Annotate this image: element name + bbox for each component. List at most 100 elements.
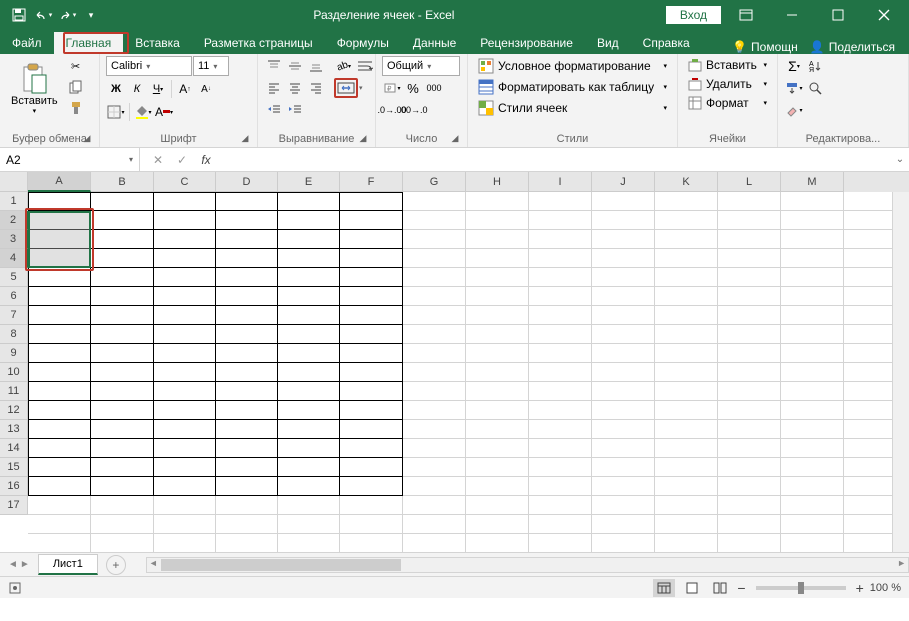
cell[interactable] (403, 515, 466, 534)
cell[interactable] (529, 401, 592, 420)
align-right-button[interactable] (306, 78, 326, 98)
cell[interactable] (91, 496, 154, 515)
font-name-combo[interactable]: Calibri▾ (106, 56, 192, 76)
cell[interactable] (718, 344, 781, 363)
cell[interactable] (781, 325, 844, 344)
align-bottom-button[interactable] (306, 56, 326, 76)
cell[interactable] (781, 401, 844, 420)
col-header-I[interactable]: I (529, 172, 592, 192)
cell[interactable] (529, 420, 592, 439)
cell[interactable] (340, 211, 403, 230)
cell[interactable] (718, 515, 781, 534)
insert-cells-button[interactable]: Вставить▾ (684, 56, 771, 74)
cell[interactable] (91, 268, 154, 287)
row-header-4[interactable]: 4 (0, 249, 28, 268)
tab-formulas[interactable]: Формулы (325, 32, 401, 54)
sort-filter-button[interactable]: AЯ (805, 56, 825, 76)
add-sheet-button[interactable]: + (106, 555, 126, 575)
cell[interactable] (655, 287, 718, 306)
cell[interactable] (154, 211, 216, 230)
cell[interactable] (216, 249, 278, 268)
cell[interactable] (91, 458, 154, 477)
percent-button[interactable]: % (403, 78, 423, 98)
cell[interactable] (529, 458, 592, 477)
cell[interactable] (28, 439, 91, 458)
cell[interactable] (340, 401, 403, 420)
grow-font-button[interactable]: A↑ (175, 79, 195, 99)
row-header-5[interactable]: 5 (0, 268, 28, 287)
cell[interactable] (718, 363, 781, 382)
cell[interactable] (91, 249, 154, 268)
comma-button[interactable]: 000 (424, 78, 444, 98)
cell[interactable] (655, 420, 718, 439)
col-header-G[interactable]: G (403, 172, 466, 192)
row-header-2[interactable]: 2 (0, 211, 28, 230)
cell[interactable] (718, 268, 781, 287)
col-header-D[interactable]: D (216, 172, 278, 192)
row-header-8[interactable]: 8 (0, 325, 28, 344)
align-middle-button[interactable] (285, 56, 305, 76)
cell[interactable] (466, 249, 529, 268)
cell[interactable] (91, 420, 154, 439)
cell[interactable] (655, 496, 718, 515)
cell[interactable] (655, 382, 718, 401)
row-header-12[interactable]: 12 (0, 401, 28, 420)
cell[interactable] (91, 211, 154, 230)
col-header-M[interactable]: M (781, 172, 844, 192)
cell[interactable] (592, 306, 655, 325)
cell[interactable] (529, 325, 592, 344)
cell[interactable] (718, 534, 781, 552)
font-size-combo[interactable]: 11▾ (193, 56, 229, 76)
cell[interactable] (278, 268, 340, 287)
share-button[interactable]: 👤Поделиться (810, 40, 895, 54)
row-header-9[interactable]: 9 (0, 344, 28, 363)
cell[interactable] (340, 344, 403, 363)
cell[interactable] (529, 211, 592, 230)
zoom-out-button[interactable]: − (737, 580, 745, 596)
cell[interactable] (529, 287, 592, 306)
cell[interactable] (529, 477, 592, 496)
cell[interactable] (340, 249, 403, 268)
cell[interactable] (154, 401, 216, 420)
row-header-13[interactable]: 13 (0, 420, 28, 439)
cell[interactable] (403, 192, 466, 211)
cell[interactable] (466, 458, 529, 477)
cell[interactable] (28, 401, 91, 420)
name-box-dropdown[interactable]: ▾ (129, 155, 133, 164)
cell[interactable] (154, 458, 216, 477)
cell[interactable] (28, 534, 91, 552)
formula-expand-button[interactable]: ⌄ (891, 154, 909, 165)
cell[interactable] (655, 230, 718, 249)
find-button[interactable] (805, 78, 825, 98)
cell[interactable] (592, 534, 655, 552)
cell[interactable] (781, 534, 844, 552)
minimize-button[interactable] (771, 0, 813, 30)
cell[interactable] (340, 515, 403, 534)
cell[interactable] (781, 420, 844, 439)
cell[interactable] (154, 439, 216, 458)
conditional-formatting-button[interactable]: Условное форматирование▾ (474, 56, 671, 76)
cell[interactable] (91, 325, 154, 344)
cell[interactable] (28, 192, 91, 211)
cell[interactable] (592, 439, 655, 458)
undo-button[interactable]: ▾ (32, 4, 54, 26)
tab-insert[interactable]: Вставка (123, 32, 192, 54)
cell[interactable] (340, 230, 403, 249)
cell[interactable] (718, 249, 781, 268)
cell[interactable] (403, 230, 466, 249)
cell[interactable] (28, 363, 91, 382)
cell[interactable] (278, 363, 340, 382)
cell[interactable] (466, 401, 529, 420)
col-header-J[interactable]: J (592, 172, 655, 192)
cell[interactable] (403, 306, 466, 325)
decrease-indent-button[interactable] (264, 100, 284, 120)
cell[interactable] (216, 230, 278, 249)
cell[interactable] (466, 477, 529, 496)
merge-cells-button[interactable] (334, 78, 358, 98)
bold-button[interactable]: Ж (106, 79, 126, 99)
cell[interactable] (655, 515, 718, 534)
cell[interactable] (403, 458, 466, 477)
cell[interactable] (529, 439, 592, 458)
cell[interactable] (781, 458, 844, 477)
cell[interactable] (91, 477, 154, 496)
